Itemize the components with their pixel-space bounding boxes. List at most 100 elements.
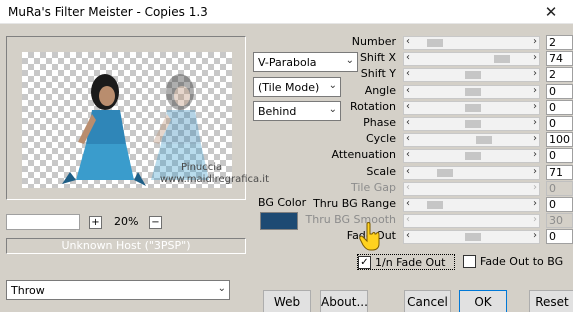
cancel-button[interactable]: Cancel	[404, 290, 451, 312]
checkbox-box[interactable]	[463, 255, 476, 268]
param-label: Shift Y	[360, 67, 396, 80]
chevron-right-icon[interactable]: ›	[533, 52, 537, 63]
chevron-left-icon[interactable]: ‹	[406, 149, 410, 160]
title-bar: MuRa's Filter Meister - Copies 1.3 ✕	[0, 0, 573, 24]
param-label: Phase	[363, 116, 396, 129]
chevron-left-icon[interactable]: ‹	[406, 230, 410, 241]
blend-select-value: Behind	[258, 105, 297, 118]
mode-select[interactable]: V-Parabola ⌄	[253, 52, 358, 72]
param-slider[interactable]: ‹ ›	[403, 133, 540, 147]
chevron-right-icon[interactable]: ›	[533, 133, 537, 144]
zoom-blank-field	[6, 214, 80, 230]
checkbox-label: 1/n Fade Out	[375, 256, 446, 269]
param-value-input[interactable]: 0	[546, 229, 573, 244]
chevron-left-icon[interactable]: ‹	[406, 166, 410, 177]
param-slider[interactable]: ‹ ›	[403, 117, 540, 131]
slider-thumb[interactable]	[465, 233, 481, 241]
slider-thumb[interactable]	[465, 88, 481, 96]
param-label: Rotation	[349, 100, 396, 113]
param-label: Shift X	[359, 51, 396, 64]
web-button[interactable]: Web	[263, 290, 311, 312]
chevron-right-icon[interactable]: ›	[533, 85, 537, 96]
param-value-input[interactable]: 71	[546, 165, 573, 180]
param-label: Attenuation	[331, 148, 396, 161]
about-button[interactable]: About...	[320, 290, 368, 312]
param-slider[interactable]: ‹ ›	[403, 85, 540, 99]
chevron-left-icon[interactable]: ‹	[406, 133, 410, 144]
param-value-input[interactable]: 0	[546, 84, 573, 99]
param-label: Angle	[364, 84, 396, 97]
param-value-input: 0	[546, 181, 573, 196]
param-slider[interactable]: ‹ ›	[403, 101, 540, 115]
param-value-input[interactable]: 2	[546, 35, 573, 50]
slider-thumb[interactable]	[437, 169, 453, 177]
slider-thumb[interactable]	[465, 104, 481, 112]
param-slider[interactable]: ‹ ›	[403, 149, 540, 163]
chevron-left-icon[interactable]: ‹	[406, 68, 410, 79]
tile-mode-select[interactable]: (Tile Mode) ⌄	[253, 77, 341, 97]
param-slider: ‹ ›	[403, 182, 540, 196]
zoom-in-button[interactable]: +	[89, 216, 102, 229]
checkbox-box[interactable]: ✓	[358, 256, 371, 269]
bg-color-label: BG Color	[258, 196, 307, 209]
param-slider[interactable]: ‹ ›	[403, 230, 540, 244]
param-slider[interactable]: ‹ ›	[403, 36, 540, 50]
slider-thumb[interactable]	[427, 201, 443, 209]
slider-thumb[interactable]	[494, 55, 510, 63]
param-value-input[interactable]: 0	[546, 197, 573, 212]
param-slider: ‹ ›	[403, 214, 540, 228]
param-value-input[interactable]: 0	[546, 116, 573, 131]
param-value-input[interactable]: 100	[546, 132, 573, 147]
chevron-right-icon[interactable]: ›	[533, 101, 537, 112]
chevron-left-icon[interactable]: ‹	[406, 36, 410, 47]
chevron-left-icon[interactable]: ‹	[406, 101, 410, 112]
bg-color-swatch[interactable]	[260, 212, 298, 230]
chevron-left-icon: ‹	[406, 214, 410, 225]
mode-select-value: V-Parabola	[258, 56, 317, 69]
one-n-fade-out-checkbox[interactable]: ✓ 1/n Fade Out	[357, 254, 455, 270]
slider-thumb[interactable]	[465, 152, 481, 160]
blend-select[interactable]: Behind ⌄	[253, 101, 341, 121]
param-value-input[interactable]: 0	[546, 148, 573, 163]
chevron-right-icon: ›	[533, 214, 537, 225]
param-value-input[interactable]: 0	[546, 100, 573, 115]
chevron-right-icon[interactable]: ›	[533, 117, 537, 128]
slider-thumb[interactable]	[465, 71, 481, 79]
slider-thumb[interactable]	[465, 120, 481, 128]
param-value-input[interactable]: 2	[546, 67, 573, 82]
close-button[interactable]: ✕	[529, 0, 573, 24]
chevron-down-icon: ⌄	[328, 80, 337, 91]
chevron-left-icon[interactable]: ‹	[406, 85, 410, 96]
param-label: Scale	[366, 165, 396, 178]
chevron-right-icon[interactable]: ›	[533, 68, 537, 79]
param-slider[interactable]: ‹ ›	[403, 198, 540, 212]
param-label: Cycle	[365, 132, 396, 145]
param-slider[interactable]: ‹ ›	[403, 166, 540, 180]
chevron-right-icon[interactable]: ›	[533, 166, 537, 177]
param-slider[interactable]: ‹ ›	[403, 52, 540, 66]
chevron-right-icon: ›	[533, 182, 537, 193]
tile-mode-select-value: (Tile Mode)	[258, 81, 320, 94]
chevron-left-icon[interactable]: ‹	[406, 198, 410, 209]
reset-button[interactable]: Reset	[529, 290, 573, 312]
chevron-down-icon: ⌄	[328, 104, 337, 115]
throw-select[interactable]: Throw ⌄	[6, 280, 230, 300]
chevron-right-icon[interactable]: ›	[533, 230, 537, 241]
param-label: Thru BG Range	[313, 197, 396, 210]
slider-thumb[interactable]	[427, 39, 443, 47]
param-slider[interactable]: ‹ ›	[403, 68, 540, 82]
fade-out-to-bg-checkbox[interactable]: Fade Out to BG	[463, 254, 573, 270]
chevron-down-icon: ⌄	[217, 283, 226, 294]
zoom-out-button[interactable]: −	[149, 216, 162, 229]
chevron-left-icon[interactable]: ‹	[406, 117, 410, 128]
slider-thumb[interactable]	[476, 136, 492, 144]
chevron-right-icon[interactable]: ›	[533, 149, 537, 160]
ok-button[interactable]: OK	[459, 290, 507, 312]
param-value-input[interactable]: 74	[546, 51, 573, 66]
chevron-right-icon[interactable]: ›	[533, 36, 537, 47]
chevron-right-icon[interactable]: ›	[533, 198, 537, 209]
chevron-left-icon: ‹	[406, 182, 410, 193]
chevron-left-icon[interactable]: ‹	[406, 52, 410, 63]
chevron-down-icon: ⌄	[345, 55, 354, 66]
zoom-level: 20%	[114, 215, 139, 228]
